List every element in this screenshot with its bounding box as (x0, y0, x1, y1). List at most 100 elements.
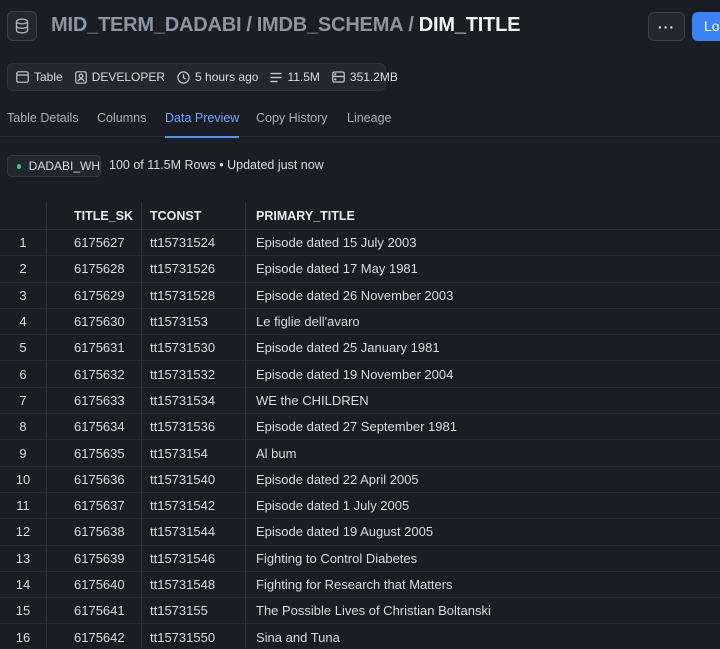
table-row[interactable]: 9 6175635 tt1573154 Al bum (0, 440, 720, 467)
tab-copy-history[interactable]: Copy History (256, 111, 328, 137)
row-number: 3 (19, 287, 27, 303)
row-number: 1 (19, 235, 27, 251)
tab-bar: Table Details Columns Data Preview Copy … (0, 100, 720, 138)
table-row[interactable]: 4 6175630 tt1573153 Le figlie dell'avaro (0, 309, 720, 336)
cell-title-sk: 6175631 (74, 340, 125, 356)
table-row[interactable]: 3 6175629 tt15731528 Episode dated 26 Novem… (0, 283, 720, 309)
table-row[interactable]: 11 6175637 tt15731542 Episode dated 1 July … (0, 493, 720, 520)
cell-title-sk: 6175628 (74, 261, 125, 277)
row-number: 13 (15, 550, 31, 566)
cell-title-sk: 6175635 (74, 445, 125, 461)
column-header-primary-title[interactable]: PRIMARY_TITLE (256, 202, 720, 229)
cell-primary-title: Episode dated 1 July 2005 (256, 498, 410, 514)
cell-title-sk: 6175633 (74, 392, 125, 408)
page-header: MID_TERM_DADABI / IMDB_SCHEMA / DIM_TITLE ··… (0, 0, 720, 56)
table-row[interactable]: 13 6175639 tt15731546 Fighting to Control D… (0, 546, 720, 572)
cell-primary-title: Episode dated 22 April 2005 (256, 471, 419, 487)
table-metadata-bar: Table DEVELOPER 5 hours ago 11.5M 351.2M… (7, 63, 398, 91)
clock-icon (177, 70, 190, 84)
row-number: 9 (19, 445, 27, 461)
breadcrumb-schema[interactable]: IMDB_SCHEMA (257, 14, 404, 36)
row-number: 5 (19, 340, 27, 356)
cell-primary-title: Al bum (256, 445, 297, 461)
grid-body: 1 6175627 tt15731524 Episode dated 15 July … (0, 230, 720, 649)
tab-columns[interactable]: Columns (97, 111, 146, 137)
table-row[interactable]: 2 6175628 tt15731526 Episode dated 17 May 1… (0, 256, 720, 283)
cell-primary-title: Le figlie dell'avaro (256, 314, 360, 330)
page-title: DIM_TITLE (418, 14, 521, 36)
cell-tconst: tt15731550 (150, 629, 216, 645)
meta-type-label: Table (34, 70, 63, 84)
cell-tconst: tt15731524 (150, 235, 216, 251)
cell-primary-title: Fighting to Control Diabetes (256, 550, 418, 566)
meta-rows-label: 11.5M (287, 70, 320, 84)
owner-role-icon (74, 70, 87, 84)
breadcrumb-separator: / (408, 14, 414, 36)
cell-title-sk: 6175629 (74, 287, 125, 303)
cell-tconst: tt1573155 (150, 603, 208, 619)
cell-title-sk: 6175627 (74, 235, 125, 251)
cell-primary-title: WE the CHILDREN (256, 392, 369, 408)
meta-updated: 5 hours ago (177, 70, 258, 84)
table-row[interactable]: 8 6175634 tt15731536 Episode dated 27 Septe… (0, 414, 720, 441)
table-row[interactable]: 1 6175627 tt15731524 Episode dated 15 July … (0, 230, 720, 257)
row-number: 15 (15, 603, 31, 619)
table-row[interactable]: 16 6175642 tt15731550 Sina and Tuna (0, 624, 720, 649)
cell-tconst: tt1573154 (150, 445, 208, 461)
cell-tconst: tt15731546 (150, 550, 216, 566)
row-number: 11 (16, 498, 30, 514)
cell-tconst: tt15731530 (150, 340, 216, 356)
cell-primary-title: The Possible Lives of Christian Boltansk… (256, 603, 491, 619)
table-row[interactable]: 15 6175641 tt1573155 The Possible Lives of … (0, 598, 720, 625)
cell-title-sk: 6175634 (74, 419, 125, 435)
cell-title-sk: 6175639 (74, 550, 125, 566)
cell-primary-title: Episode dated 25 January 1981 (256, 340, 440, 356)
cell-primary-title: Episode dated 27 September 1981 (256, 419, 457, 435)
cell-tconst: tt15731526 (150, 261, 216, 277)
tab-data-preview[interactable]: Data Preview (165, 111, 240, 138)
cell-title-sk: 6175637 (74, 498, 125, 514)
tab-lineage[interactable]: Lineage (347, 111, 392, 137)
data-preview-grid: TITLE_SK TCONST PRIMARY_TITLE 1 6175627 tt… (0, 202, 720, 649)
table-row[interactable]: 10 6175636 tt15731540 Episode dated 22 Apri… (0, 467, 720, 493)
cell-tconst: tt15731532 (150, 366, 216, 382)
column-header-title-sk[interactable]: TITLE_SK (74, 202, 144, 229)
cell-primary-title: Episode dated 17 May 1981 (256, 261, 418, 277)
meta-rows: 11.5M (270, 70, 320, 84)
table-row[interactable]: 7 6175633 tt15731534 WE the CHILDREN (0, 388, 720, 415)
database-icon (7, 11, 37, 41)
tab-table-details[interactable]: Table Details (7, 111, 79, 137)
cell-tconst: tt15731544 (150, 524, 216, 540)
cell-tconst: tt15731542 (150, 498, 216, 514)
primary-action-button[interactable]: Lo (692, 12, 720, 41)
column-header-tconst[interactable]: TCONST (150, 202, 240, 229)
rows-icon (270, 72, 282, 82)
cell-title-sk: 6175638 (74, 524, 125, 540)
warehouse-name: DADABI_WH (28, 159, 100, 173)
row-number: 7 (19, 392, 27, 408)
table-row[interactable]: 6 6175632 tt15731532 Episode dated 19 Novem… (0, 361, 720, 388)
cell-title-sk: 6175630 (74, 314, 125, 330)
cell-tconst: tt15731548 (150, 577, 216, 592)
more-options-button[interactable]: ··· (648, 12, 685, 41)
row-number: 10 (15, 471, 31, 487)
storage-icon (332, 71, 345, 83)
table-row[interactable]: 14 6175640 tt15731548 Fighting for Research… (0, 572, 720, 599)
table-row[interactable]: 12 6175638 tt15731544 Episode dated 19 Augu… (0, 519, 720, 546)
meta-owner-label: DEVELOPER (91, 70, 166, 84)
row-count-info: 100 of 11.5M Rows • Updated just now (109, 158, 324, 172)
row-number: 4 (19, 314, 27, 330)
row-number: 8 (19, 419, 27, 435)
row-number: 6 (19, 366, 27, 382)
table-icon (16, 71, 29, 83)
meta-size: 351.2MB (332, 70, 398, 84)
cell-primary-title: Episode dated 19 November 2004 (256, 366, 454, 382)
meta-type: Table (16, 70, 63, 84)
cell-title-sk: 6175640 (74, 577, 125, 592)
warehouse-status-dot (17, 163, 21, 169)
table-row[interactable]: 5 6175631 tt15731530 Episode dated 25 Janua… (0, 335, 720, 362)
warehouse-selector[interactable]: DADABI_WH (7, 155, 101, 177)
breadcrumb-database[interactable]: MID_TERM_DADABI (51, 14, 242, 36)
breadcrumb: MID_TERM_DADABI / IMDB_SCHEMA / DIM_TITLE (51, 14, 520, 37)
cell-title-sk: 6175641 (74, 603, 125, 619)
